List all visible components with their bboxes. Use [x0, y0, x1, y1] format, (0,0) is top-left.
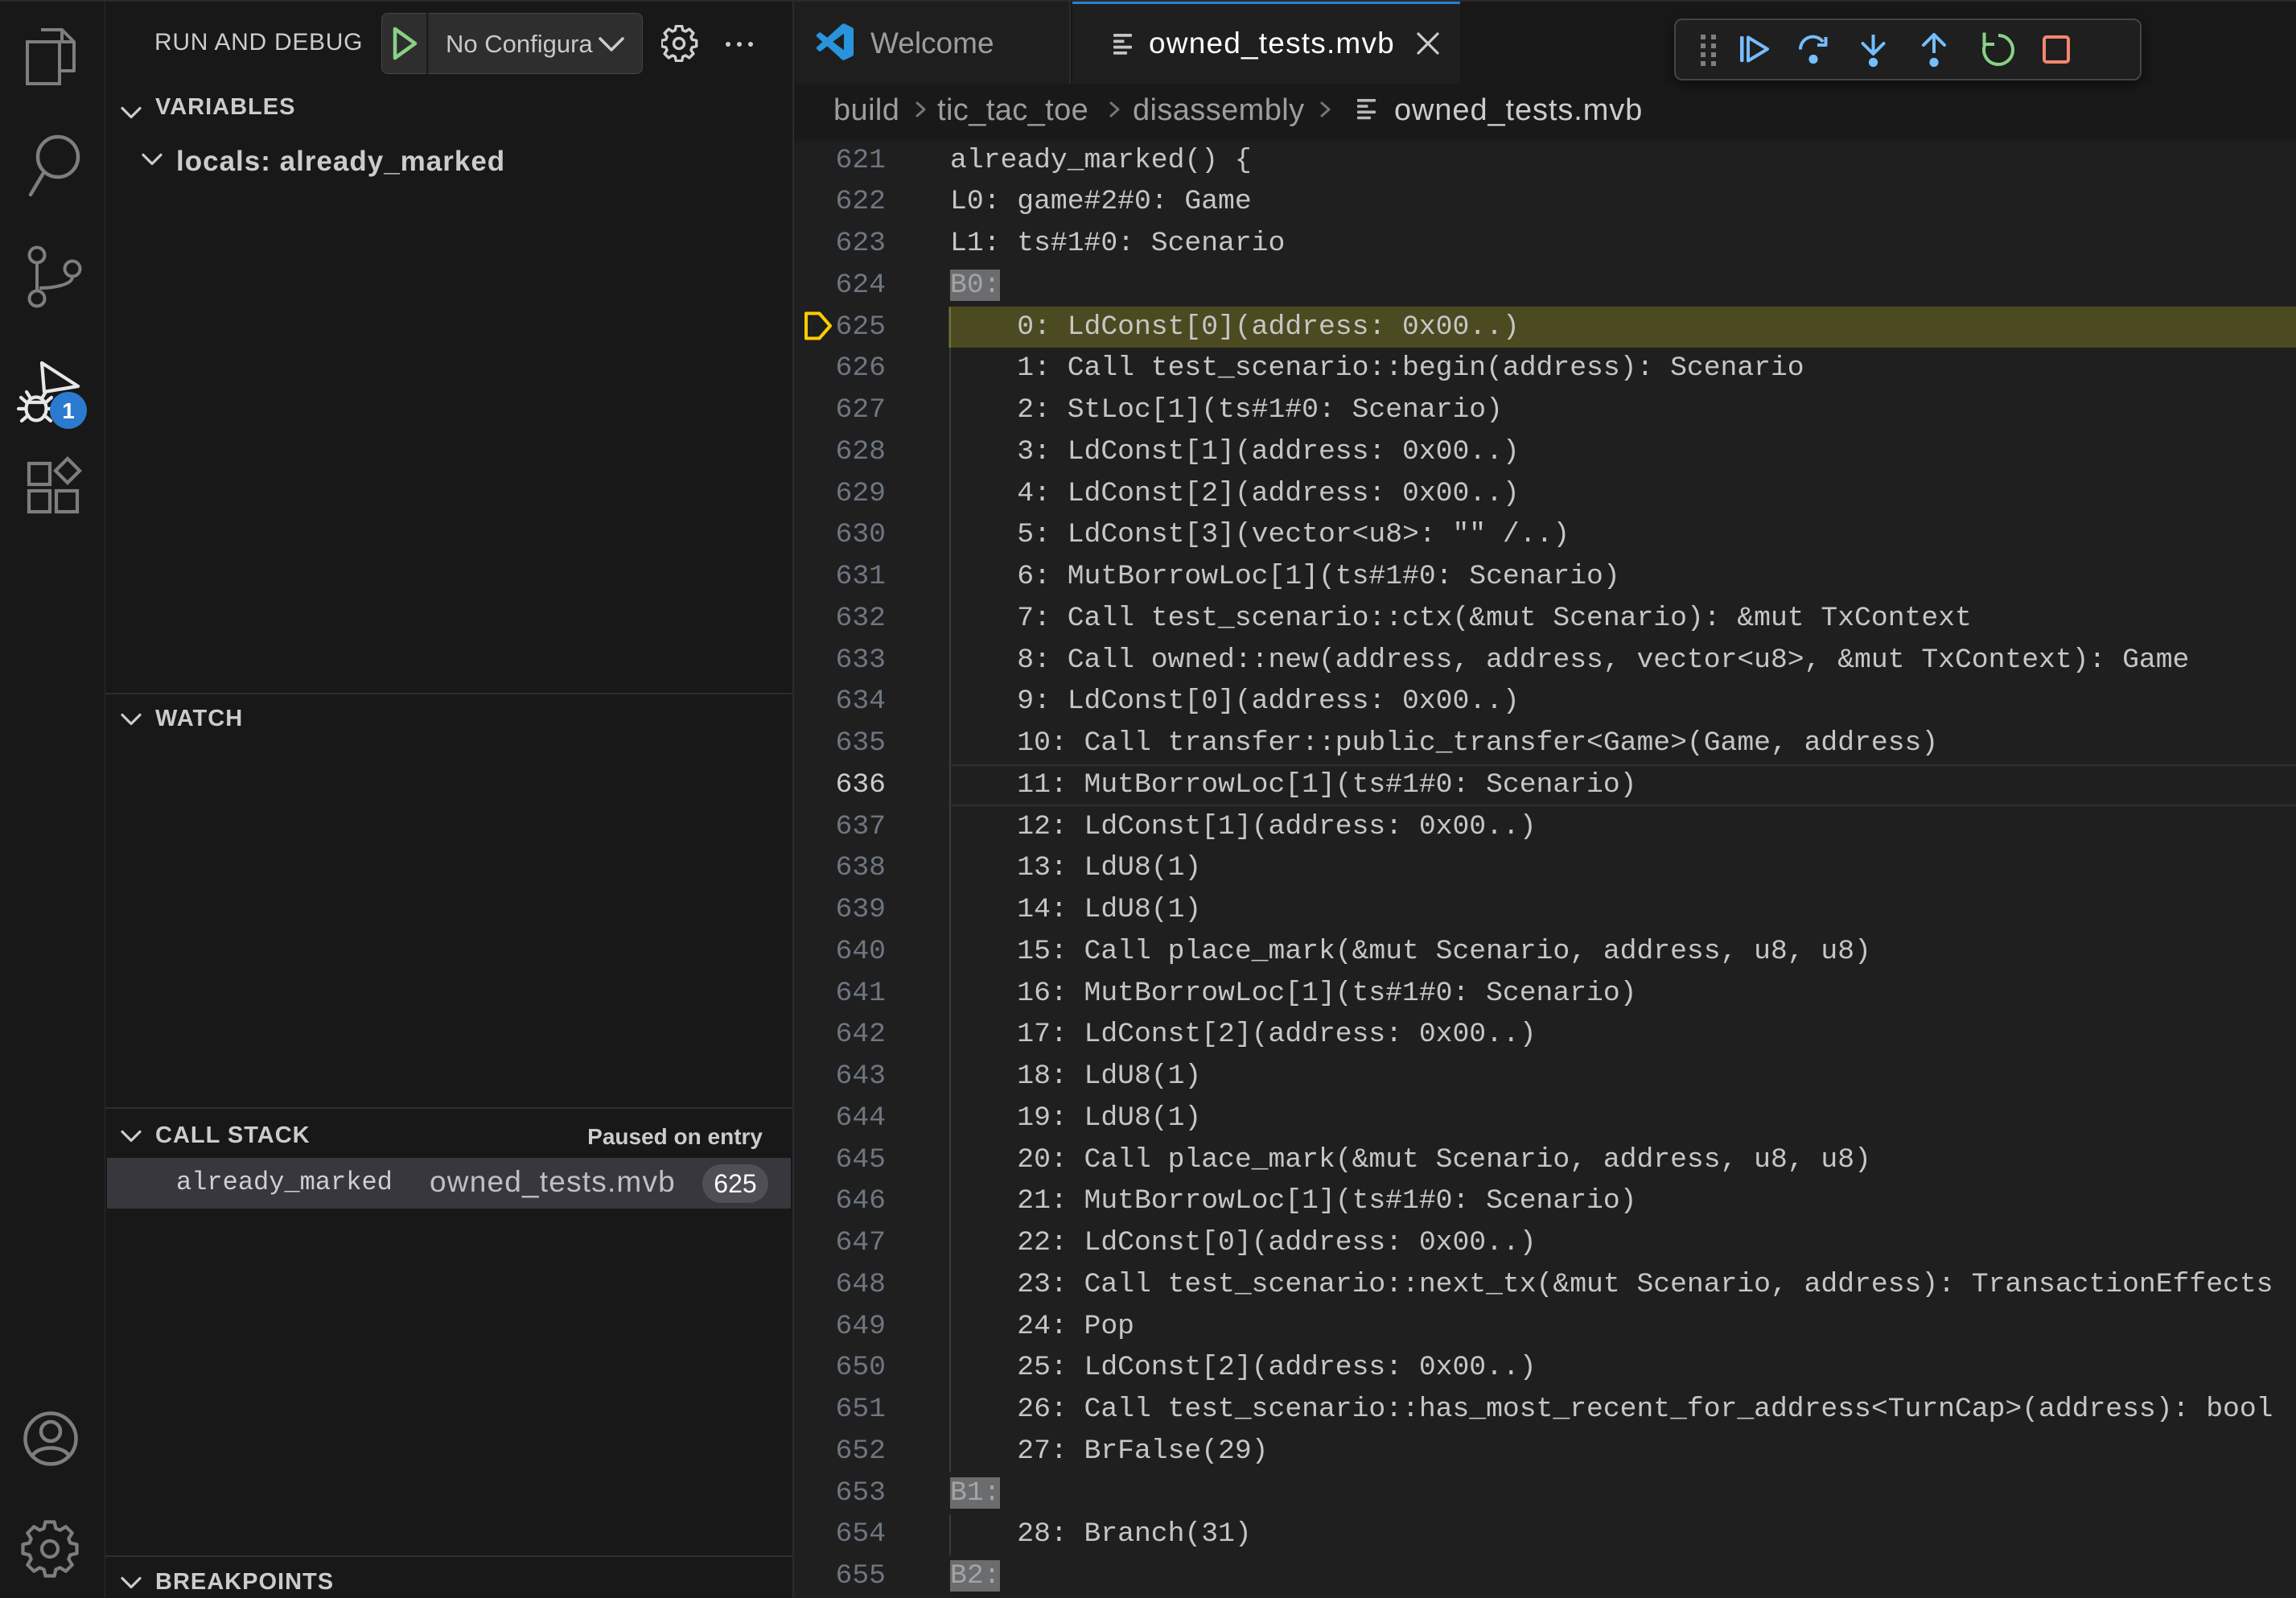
svg-text:1: 1 [62, 398, 75, 423]
